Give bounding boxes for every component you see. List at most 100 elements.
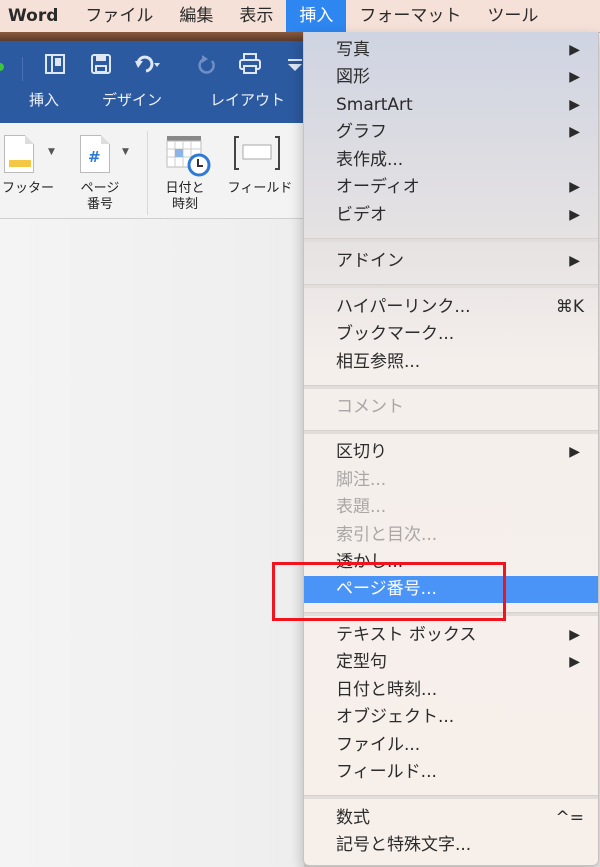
menu-tools[interactable]: ツール: [474, 0, 551, 32]
menu-item-autotext[interactable]: 定型句 ▶: [304, 649, 598, 676]
menu-item-symbols[interactable]: 記号と特殊文字...: [304, 832, 598, 859]
menu-item-equation[interactable]: 数式 ^=: [304, 805, 598, 832]
date-time-label-line1: 日付と: [165, 181, 205, 196]
submenu-arrow-icon: ▶: [569, 69, 580, 85]
tab-layout[interactable]: レイアウト: [210, 89, 285, 110]
toolbar-divider: [22, 57, 23, 81]
menu-item-label: 区切り: [336, 442, 387, 462]
ribbon-group-divider: [147, 131, 148, 215]
footer-icon: [4, 135, 34, 173]
menu-item-label: コメント: [336, 397, 404, 417]
redo-icon[interactable]: [196, 53, 218, 80]
page-number-dropdown-caret[interactable]: ▼: [122, 147, 129, 157]
document-canvas[interactable]: [0, 219, 304, 867]
menu-item-label: テキスト ボックス: [336, 625, 477, 645]
menu-item-label: オーディオ: [336, 177, 420, 197]
undo-icon[interactable]: [134, 53, 160, 80]
submenu-arrow-icon: ▶: [569, 42, 580, 58]
page-number-label: ページ 番号: [72, 181, 128, 213]
tab-insert[interactable]: 挿入: [29, 89, 59, 110]
menu-item-object[interactable]: オブジェクト...: [304, 704, 598, 731]
quick-access-toolbar: [0, 49, 304, 85]
menu-item-shapes[interactable]: 図形 ▶: [304, 64, 598, 91]
menu-item-label: ファイル...: [336, 735, 421, 755]
customize-toolbar-icon[interactable]: [288, 53, 302, 80]
menu-item-addins[interactable]: アドイン ▶: [304, 248, 598, 275]
submenu-arrow-icon: ▶: [569, 444, 580, 460]
menu-item-index-toc: 索引と目次...: [304, 522, 598, 549]
menu-item-footnote: 脚注...: [304, 467, 598, 494]
menu-item-label: ビデオ: [336, 205, 387, 225]
desktop-background: [0, 32, 310, 41]
menu-item-table[interactable]: 表作成...: [304, 147, 598, 174]
menu-item-file[interactable]: ファイル...: [304, 732, 598, 759]
print-icon[interactable]: [238, 53, 262, 80]
submenu-arrow-icon: ▶: [569, 124, 580, 140]
menu-item-label: アドイン: [336, 251, 404, 271]
menu-edit[interactable]: 編集: [166, 0, 226, 32]
menu-item-label: 索引と目次...: [336, 525, 438, 545]
menu-item-bookmark[interactable]: ブックマーク...: [304, 321, 598, 348]
submenu-arrow-icon: ▶: [569, 627, 580, 643]
page-number-label-line1: ページ: [80, 181, 120, 196]
date-time-label-line2: 時刻: [171, 197, 198, 212]
menu-item-text-box[interactable]: テキスト ボックス ▶: [304, 622, 598, 649]
menu-item-cross-reference[interactable]: 相互参照...: [304, 349, 598, 376]
insert-menu-dropdown: 写真 ▶ 図形 ▶ SmartArt ▶ グラフ ▶ 表作成... オーディオ ▶ ビデオ…: [303, 32, 599, 866]
save-icon[interactable]: [90, 53, 112, 80]
menu-item-caption: 表題...: [304, 494, 598, 521]
mac-menu-bar: Word ファイル 編集 表示 挿入 フォーマット ツール: [0, 0, 600, 33]
menu-app-word[interactable]: Word: [0, 0, 72, 32]
menu-insert[interactable]: 挿入: [286, 0, 347, 32]
menu-item-label: 日付と時刻...: [336, 680, 438, 700]
window-zoom-button[interactable]: [0, 63, 4, 71]
menu-item-label: フィールド...: [336, 762, 437, 782]
ribbon-panel: ▼ フッター # ▼ ページ 番号 日付と 時刻 フィールド: [0, 123, 304, 219]
sidebar-icon[interactable]: [44, 53, 66, 80]
shortcut-label: ^=: [555, 808, 585, 828]
menu-item-field[interactable]: フィールド...: [304, 759, 598, 786]
submenu-arrow-icon: ▶: [569, 253, 580, 269]
field-label: フィールド: [227, 181, 293, 196]
menu-item-label: 図形: [336, 67, 370, 87]
menu-item-label: 写真: [336, 40, 370, 60]
menu-item-label: 記号と特殊文字...: [336, 835, 472, 855]
menu-item-chart[interactable]: グラフ ▶: [304, 119, 598, 146]
submenu-arrow-icon: ▶: [569, 654, 580, 670]
submenu-arrow-icon: ▶: [569, 179, 580, 195]
tab-design[interactable]: デザイン: [102, 89, 162, 110]
menu-item-hyperlink[interactable]: ハイパーリンク... ⌘K: [304, 294, 598, 321]
menu-item-video[interactable]: ビデオ ▶: [304, 202, 598, 229]
footer-dropdown-caret[interactable]: ▼: [48, 147, 55, 157]
ribbon-tabs: 挿入 デザイン レイアウト: [0, 89, 304, 115]
menu-item-break[interactable]: 区切り ▶: [304, 439, 598, 466]
menu-item-smartart[interactable]: SmartArt ▶: [304, 92, 598, 119]
menu-item-audio[interactable]: オーディオ ▶: [304, 174, 598, 201]
menu-item-label: SmartArt: [336, 95, 413, 115]
submenu-arrow-icon: ▶: [569, 97, 580, 113]
menu-item-label: 表題...: [336, 497, 387, 517]
menu-item-photo[interactable]: 写真 ▶: [304, 37, 598, 64]
menu-item-label: グラフ: [336, 122, 387, 142]
menu-item-label: 定型句: [336, 652, 387, 672]
menu-separator: [304, 795, 598, 799]
menu-file[interactable]: ファイル: [72, 0, 166, 32]
field-icon: [234, 136, 280, 170]
menu-item-label: オブジェクト...: [336, 707, 455, 727]
page-number-label-line2: 番号: [86, 197, 113, 212]
calendar-clock-icon: [166, 136, 211, 177]
shortcut-label: ⌘K: [555, 297, 584, 317]
menu-item-date-time[interactable]: 日付と時刻...: [304, 677, 598, 704]
menu-format[interactable]: フォーマット: [346, 0, 474, 32]
menu-item-label: ブックマーク...: [336, 324, 455, 344]
menu-item-label: 表作成...: [336, 150, 404, 170]
footer-label: フッター: [1, 181, 54, 196]
menu-view[interactable]: 表示: [226, 0, 286, 32]
menu-item-comment: コメント: [304, 394, 598, 421]
word-ribbon-header: 挿入 デザイン レイアウト: [0, 41, 304, 123]
date-time-label: 日付と 時刻: [160, 181, 210, 213]
menu-item-label: ハイパーリンク...: [336, 297, 471, 317]
menu-separator: [304, 238, 598, 242]
menu-item-label: 相互参照...: [336, 352, 421, 372]
annotation-highlight-box: [272, 562, 506, 621]
